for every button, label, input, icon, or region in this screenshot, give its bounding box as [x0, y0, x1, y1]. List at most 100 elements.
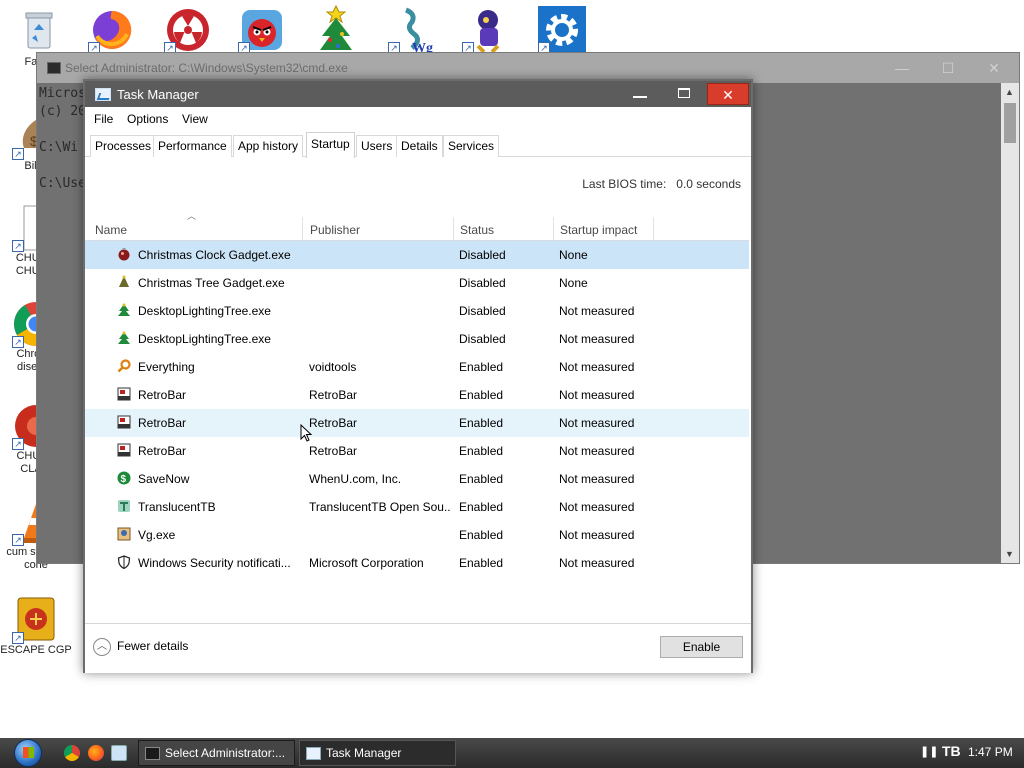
desktop-icon-settings[interactable]: ↗	[526, 6, 598, 54]
firefox-icon: ↗	[88, 6, 136, 54]
row-name: Windows Security notificati...	[138, 556, 291, 570]
tab-app-history[interactable]: App history	[233, 135, 304, 157]
taskbar-button-label: Select Administrator:...	[165, 746, 286, 760]
shortcut-arrow-icon: ↗	[12, 148, 24, 160]
menu-file[interactable]: File	[94, 112, 113, 126]
maximize-button[interactable]	[663, 83, 705, 105]
taskbar-button-task-manager[interactable]: Task Manager	[299, 740, 456, 766]
firefox-icon[interactable]	[88, 745, 104, 761]
cmd-icon	[145, 747, 160, 760]
table-row[interactable]: TranslucentTB TranslucentTB Open Sou... …	[85, 493, 749, 521]
tab-services[interactable]: Services	[443, 135, 500, 157]
tab-performance[interactable]: Performance	[153, 135, 232, 157]
desktop-icon-angry-birds[interactable]: ↗	[226, 6, 298, 54]
row-impact: Not measured	[559, 304, 635, 318]
row-name: Christmas Tree Gadget.exe	[138, 276, 285, 290]
scroll-down-icon[interactable]: ▼	[1005, 549, 1014, 559]
row-status: Enabled	[459, 388, 504, 402]
table-row[interactable]: DesktopLightingTree.exe Disabled Not mea…	[85, 297, 749, 325]
task-manager-titlebar[interactable]: Task Manager ✕	[85, 81, 751, 107]
desktop-icon-escape[interactable]: ↗ ESCAPE CGP	[0, 596, 72, 657]
console-scrollbar[interactable]: ▲ ▼	[1001, 83, 1019, 563]
row-publisher: RetroBar	[309, 444, 358, 458]
chevron-up-icon: ︿	[93, 638, 111, 656]
table-row[interactable]: RetroBar RetroBar Enabled Not measured	[85, 381, 749, 409]
search-icon	[117, 359, 131, 373]
translucenttb-icon	[117, 499, 131, 513]
task-manager-icon	[95, 88, 111, 101]
angry-bird-icon: ↗	[238, 6, 286, 54]
row-impact: Not measured	[559, 416, 635, 430]
column-header-name[interactable]: Name	[89, 217, 303, 240]
tab-processes[interactable]: Processes	[90, 135, 157, 157]
table-row[interactable]: Christmas Tree Gadget.exe Disabled None	[85, 269, 749, 297]
row-impact: Not measured	[559, 332, 635, 346]
console-minimize-button[interactable]: —	[885, 57, 919, 79]
desktop-icon-character[interactable]: ↗	[450, 6, 522, 54]
tab-users[interactable]: Users	[356, 135, 398, 157]
task-manager-window[interactable]: Task Manager ✕ File Options View Process…	[83, 79, 753, 673]
fewer-details-label: Fewer details	[117, 639, 189, 654]
column-header-startup-impact[interactable]: Startup impact	[554, 217, 654, 240]
menu-view[interactable]: View	[182, 112, 208, 126]
row-impact: Not measured	[559, 444, 635, 458]
chrome-icon[interactable]	[64, 745, 80, 761]
menu-options[interactable]: Options	[127, 112, 168, 126]
row-publisher: TranslucentTB Open Sou...	[309, 500, 451, 514]
table-row[interactable]: Christmas Clock Gadget.exe Disabled None	[85, 241, 749, 269]
console-close-button[interactable]: ✕	[977, 57, 1011, 79]
row-status: Disabled	[459, 304, 506, 318]
tree-icon	[117, 331, 131, 345]
table-row[interactable]: $ SaveNow WhenU.com, Inc. Enabled Not me…	[85, 465, 749, 493]
desktop-icon-xmas-tree[interactable]	[300, 4, 372, 52]
tab-startup[interactable]: Startup	[306, 132, 355, 158]
row-name: DesktopLightingTree.exe	[138, 304, 271, 318]
taskbar-button-console[interactable]: Select Administrator:...	[138, 740, 295, 766]
row-status: Enabled	[459, 472, 504, 486]
row-publisher: RetroBar	[309, 388, 358, 402]
tray-overflow-icon[interactable]: ❚❚	[920, 745, 938, 758]
row-status: Enabled	[459, 360, 504, 374]
tree-icon	[117, 275, 131, 289]
table-row[interactable]: RetroBar RetroBar Enabled Not measured	[85, 437, 749, 465]
enable-button[interactable]: Enable	[660, 636, 743, 658]
character-icon: ↗	[462, 6, 510, 54]
tree-icon	[117, 303, 131, 317]
table-row[interactable]: DesktopLightingTree.exe Disabled Not mea…	[85, 325, 749, 353]
desktop-icon-firefox[interactable]: ↗	[76, 6, 148, 54]
close-button[interactable]: ✕	[707, 83, 749, 105]
svg-text:$: $	[121, 474, 127, 485]
row-status: Enabled	[459, 444, 504, 458]
column-header-publisher[interactable]: Publisher	[304, 217, 454, 240]
row-name: DesktopLightingTree.exe	[138, 332, 271, 346]
table-row[interactable]: Vg.exe Enabled Not measured	[85, 521, 749, 549]
shortcut-arrow-icon: ↗	[12, 534, 24, 546]
row-impact: Not measured	[559, 528, 635, 542]
start-button[interactable]	[6, 738, 50, 768]
table-row[interactable]: Everything voidtools Enabled Not measure…	[85, 353, 749, 381]
row-status: Enabled	[459, 416, 504, 430]
console-title: Select Administrator: C:\Windows\System3…	[65, 61, 348, 75]
console-maximize-button[interactable]: ☐	[931, 57, 965, 79]
minimize-button[interactable]	[619, 83, 661, 105]
desktop-icon-radiation[interactable]: ↗	[152, 6, 224, 54]
table-row[interactable]: Windows Security notificati... Microsoft…	[85, 549, 749, 577]
row-name: TranslucentTB	[138, 500, 216, 514]
shield-icon	[117, 555, 131, 570]
desktop-icon-vg[interactable]: Wg ↗	[376, 6, 448, 56]
scroll-up-icon[interactable]: ▲	[1005, 87, 1014, 97]
fewer-details-link[interactable]: ︿ Fewer details	[93, 638, 188, 656]
scroll-thumb[interactable]	[1004, 103, 1016, 143]
tab-bar: Processes Performance App history Startu…	[85, 131, 751, 158]
taskbar: Select Administrator:... Task Manager ❚❚…	[0, 738, 1024, 768]
desktop-icon[interactable]	[111, 745, 127, 761]
tab-details[interactable]: Details	[396, 135, 443, 157]
row-impact: Not measured	[559, 360, 635, 374]
table-row[interactable]: RetroBar RetroBar Enabled Not measured	[85, 409, 749, 437]
translucenttb-tray-icon[interactable]: TB	[942, 743, 961, 759]
shortcut-arrow-icon: ↗	[12, 438, 24, 450]
ornament-icon	[117, 247, 131, 261]
row-impact: Not measured	[559, 472, 635, 486]
column-header-status[interactable]: Status	[454, 217, 554, 240]
clock[interactable]: 1:47 PM	[968, 745, 1013, 759]
